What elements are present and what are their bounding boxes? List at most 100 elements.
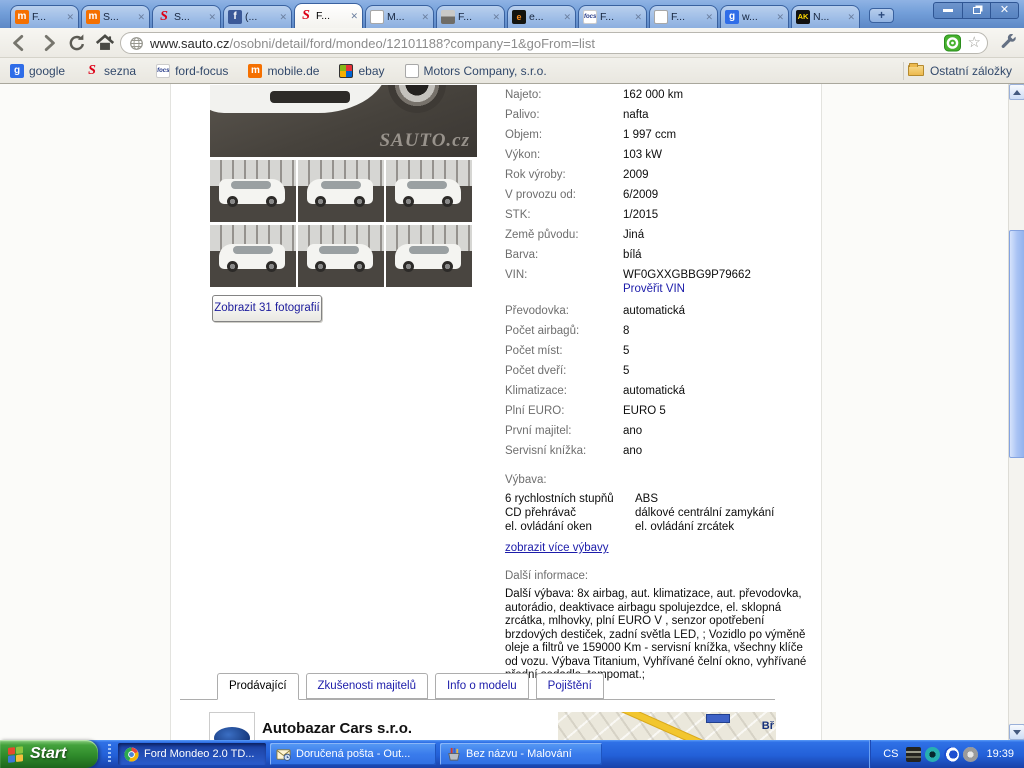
- tab-close-icon[interactable]: ✕: [137, 12, 145, 22]
- browser-tab[interactable]: m F... ✕: [10, 5, 79, 28]
- home-button[interactable]: [94, 32, 116, 54]
- verify-vin-link[interactable]: Prověřit VIN: [623, 283, 751, 296]
- bookmark-item[interactable]: Ssezna: [85, 63, 136, 78]
- browser-tab[interactable]: e e... ✕: [507, 5, 576, 28]
- show-photos-button[interactable]: Zobrazit 31 fotografií: [212, 295, 322, 322]
- car-photo-thumbnail[interactable]: [298, 160, 384, 222]
- other-bookmarks-button[interactable]: Ostatní záložky: [907, 63, 1012, 78]
- browser-tab[interactable]: g w... ✕: [720, 5, 789, 28]
- spec-label: Najeto:: [505, 89, 542, 101]
- wheel-shape: [354, 196, 365, 207]
- car-photo-thumbnail[interactable]: [386, 225, 472, 287]
- browser-tab[interactable]: S S... ✕: [152, 5, 221, 28]
- spec-label: VIN:: [505, 269, 528, 281]
- minimize-button[interactable]: [934, 3, 962, 18]
- seller-name: Autobazar Cars s.r.o.: [262, 720, 413, 737]
- forward-button[interactable]: [38, 32, 60, 54]
- tab-close-icon[interactable]: ✕: [66, 12, 74, 22]
- browser-tab[interactable]: F... ✕: [649, 5, 718, 28]
- browser-tab[interactable]: focs F... ✕: [578, 5, 647, 28]
- scrollbar-thumb[interactable]: [1009, 230, 1024, 458]
- browser-tab[interactable]: f (... ✕: [223, 5, 292, 28]
- spec-table: Najeto: 162 000 km Palivo: nafta Objem: 1 997…: [505, 89, 817, 683]
- mobilede-favicon: m: [248, 63, 263, 78]
- spec-row: V provozu od: 6/2009: [505, 189, 817, 202]
- spec-value: automatická: [623, 305, 686, 317]
- tab-close-icon[interactable]: ✕: [705, 12, 713, 22]
- clock[interactable]: 19:39: [986, 748, 1014, 760]
- task-label: Bez názvu - Malování: [466, 748, 572, 760]
- tab-label: S...: [174, 11, 190, 23]
- close-icon: ✕: [999, 4, 1010, 16]
- tab-close-icon[interactable]: ✕: [208, 12, 216, 22]
- seller-tabs: Prodávající Zkušenosti majitelů Info o mod…: [217, 673, 611, 700]
- wheel-shape: [315, 196, 326, 207]
- browser-tab-active[interactable]: S F... ✕: [294, 3, 363, 28]
- car-photo-thumbnail[interactable]: [298, 225, 384, 287]
- tab-close-icon[interactable]: ✕: [634, 12, 642, 22]
- reload-button[interactable]: [66, 32, 88, 54]
- settings-wrench-button[interactable]: [1000, 34, 1018, 52]
- scroll-down-button[interactable]: [1009, 724, 1024, 740]
- seller-tab-info-o-modelu[interactable]: Info o modelu: [434, 673, 529, 699]
- grey-ring-tray-icon[interactable]: [963, 746, 979, 762]
- vertical-scrollbar[interactable]: [1008, 84, 1024, 740]
- tab-close-icon[interactable]: ✕: [279, 12, 287, 22]
- car-photo-thumbnail[interactable]: [210, 160, 296, 222]
- tab-close-icon[interactable]: ✕: [350, 11, 358, 21]
- tab-close-icon[interactable]: ✕: [563, 12, 571, 22]
- bookmark-label: ford-focus: [175, 63, 229, 78]
- browser-tab[interactable]: AK N... ✕: [791, 5, 860, 28]
- spec-label: Objem:: [505, 129, 543, 141]
- bookmark-star-icon[interactable]: ☆: [968, 35, 981, 51]
- show-more-equipment-link[interactable]: zobrazit více výbavy: [505, 542, 817, 554]
- tab-close-icon[interactable]: ✕: [492, 12, 500, 22]
- facebook-favicon: f: [228, 10, 242, 24]
- wot-shield-icon[interactable]: [943, 34, 962, 52]
- seller-tab-poji-t-n-[interactable]: Pojištění: [535, 673, 604, 699]
- bookmark-item[interactable]: ebay: [339, 63, 385, 78]
- close-button[interactable]: ✕: [990, 3, 1018, 18]
- tab-label: F...: [671, 11, 686, 23]
- seller-tab-prod-vaj-c-[interactable]: Prodávající: [217, 673, 299, 700]
- tab-close-icon[interactable]: ✕: [776, 12, 784, 22]
- tab-close-icon[interactable]: ✕: [847, 12, 855, 22]
- spec-value: automatická: [623, 385, 686, 397]
- back-button[interactable]: [8, 32, 30, 54]
- language-indicator[interactable]: CS: [883, 748, 898, 760]
- taskbar-task[interactable]: Doručená pošta - Out...: [270, 743, 436, 765]
- taskbar-task[interactable]: Bez názvu - Malování: [440, 743, 602, 765]
- bookmark-item[interactable]: focs ford-focus: [156, 63, 229, 78]
- tab-close-icon[interactable]: ✕: [421, 12, 429, 22]
- spec-label: Rok výroby:: [505, 169, 566, 181]
- spec-value: ano: [623, 425, 643, 437]
- teal-ring-tray-icon[interactable]: [925, 746, 941, 762]
- browser-tab[interactable]: F... ✕: [436, 5, 505, 28]
- car-shape: [395, 244, 461, 272]
- browser-tab[interactable]: M... ✕: [365, 5, 434, 28]
- bookmark-item[interactable]: Motors Company, s.r.o.: [404, 63, 547, 78]
- paint-icon: [446, 747, 461, 762]
- taskbar-task[interactable]: Ford Mondeo 2.0 TD...: [118, 743, 266, 765]
- bookmark-item[interactable]: m mobile.de: [248, 63, 319, 78]
- spec-row: Palivo: nafta: [505, 109, 817, 122]
- car-photo-thumbnail[interactable]: [210, 225, 296, 287]
- restore-button[interactable]: [962, 3, 990, 18]
- seller-tab-zku-enosti-majitel-[interactable]: Zkušenosti majitelů: [305, 673, 428, 699]
- bookmarks-bar: g google Ssezna focs ford-focus m mobile.de eba…: [0, 58, 1024, 84]
- folder-icon: [907, 63, 924, 76]
- car-photo-thumbnail[interactable]: [386, 160, 472, 222]
- start-button[interactable]: Start: [0, 740, 98, 768]
- blue-c-tray-icon[interactable]: [944, 746, 960, 762]
- spec-value: 2009: [623, 169, 649, 181]
- main-car-photo[interactable]: SAUTO.cz: [210, 85, 477, 157]
- scroll-up-button[interactable]: [1009, 84, 1024, 100]
- bookmark-item[interactable]: g google: [10, 63, 65, 78]
- browser-tab[interactable]: m S... ✕: [81, 5, 150, 28]
- dark-app-tray-icon[interactable]: [906, 746, 922, 762]
- wheel-shape: [227, 261, 238, 272]
- address-bar[interactable]: www.sauto.cz/osobni/detail/ford/mondeo/1…: [120, 32, 988, 54]
- wrench-icon: [1001, 34, 1016, 49]
- seller-map[interactable]: Bř: [558, 712, 776, 740]
- new-tab-button[interactable]: +: [869, 8, 894, 23]
